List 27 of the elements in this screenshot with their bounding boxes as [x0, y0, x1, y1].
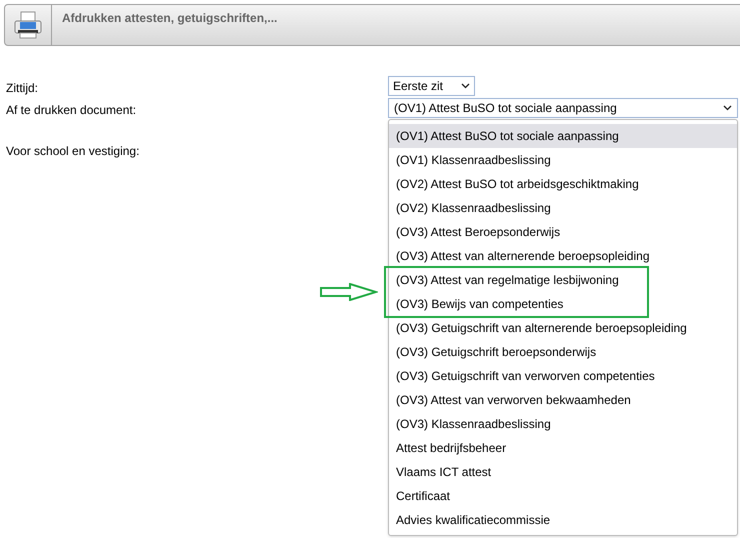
chevron-down-icon	[723, 105, 732, 111]
dropdown-option[interactable]: (OV3) Attest van regelmatige lesbijwoning	[389, 268, 644, 292]
dropdown-option[interactable]: (OV3) Klassenraadbeslissing	[389, 412, 737, 436]
page-title: Afdrukken attesten, getuigschriften,...	[62, 10, 278, 27]
field-label: Af te drukken document:	[6, 102, 136, 119]
dropdown-option[interactable]: Vlaams ICT attest	[389, 460, 737, 484]
dropdown-option[interactable]: (OV3) Bewijs van competenties	[389, 292, 644, 316]
dropdown-option[interactable]: Attest bedrijfsbeheer	[389, 436, 737, 460]
dropdown-option[interactable]: (OV3) Getuigschrift van alternerende beroepsopleiding	[389, 316, 737, 340]
dropdown-option[interactable]: (OV3) Getuigschrift beroepsonderwijs	[389, 340, 737, 364]
dropdown-option[interactable]: (OV3) Getuigschrift van verworven competenties	[389, 364, 737, 388]
dropdown-option[interactable]: (OV3) Attest van alternerende beroepsopleiding	[389, 244, 737, 268]
dropdown-option[interactable]: Certificaat	[389, 484, 737, 508]
dropdown-option[interactable]: (OV1) Klassenraadbeslissing	[389, 148, 737, 172]
document-select[interactable]: (OV1) Attest BuSO tot sociale aanpassing	[388, 98, 738, 118]
field-label: Zittijd:	[6, 80, 38, 97]
dropdown-option[interactable]: (OV2) Attest BuSO tot arbeidsgeschiktmaking	[389, 172, 737, 196]
printer-icon	[13, 10, 43, 40]
dropdown-option[interactable]: (OV2) Klassenraadbeslissing	[389, 196, 737, 220]
dropdown-option[interactable]: (OV3) Attest van verworven bekwaamheden	[389, 388, 737, 412]
dropdown-option[interactable]: (OV1) Attest BuSO tot sociale aanpassing	[389, 124, 737, 148]
dropdown-option[interactable]: Advies kwalificatiecommissie	[389, 508, 737, 532]
chevron-down-icon	[461, 83, 470, 89]
arrow-icon	[320, 283, 378, 301]
dropdown-option[interactable]: (OV3) Attest Beroepsonderwijs	[389, 220, 737, 244]
field-label: Voor school en vestiging:	[6, 143, 140, 160]
session-select[interactable]: Eerste zit	[388, 76, 475, 96]
